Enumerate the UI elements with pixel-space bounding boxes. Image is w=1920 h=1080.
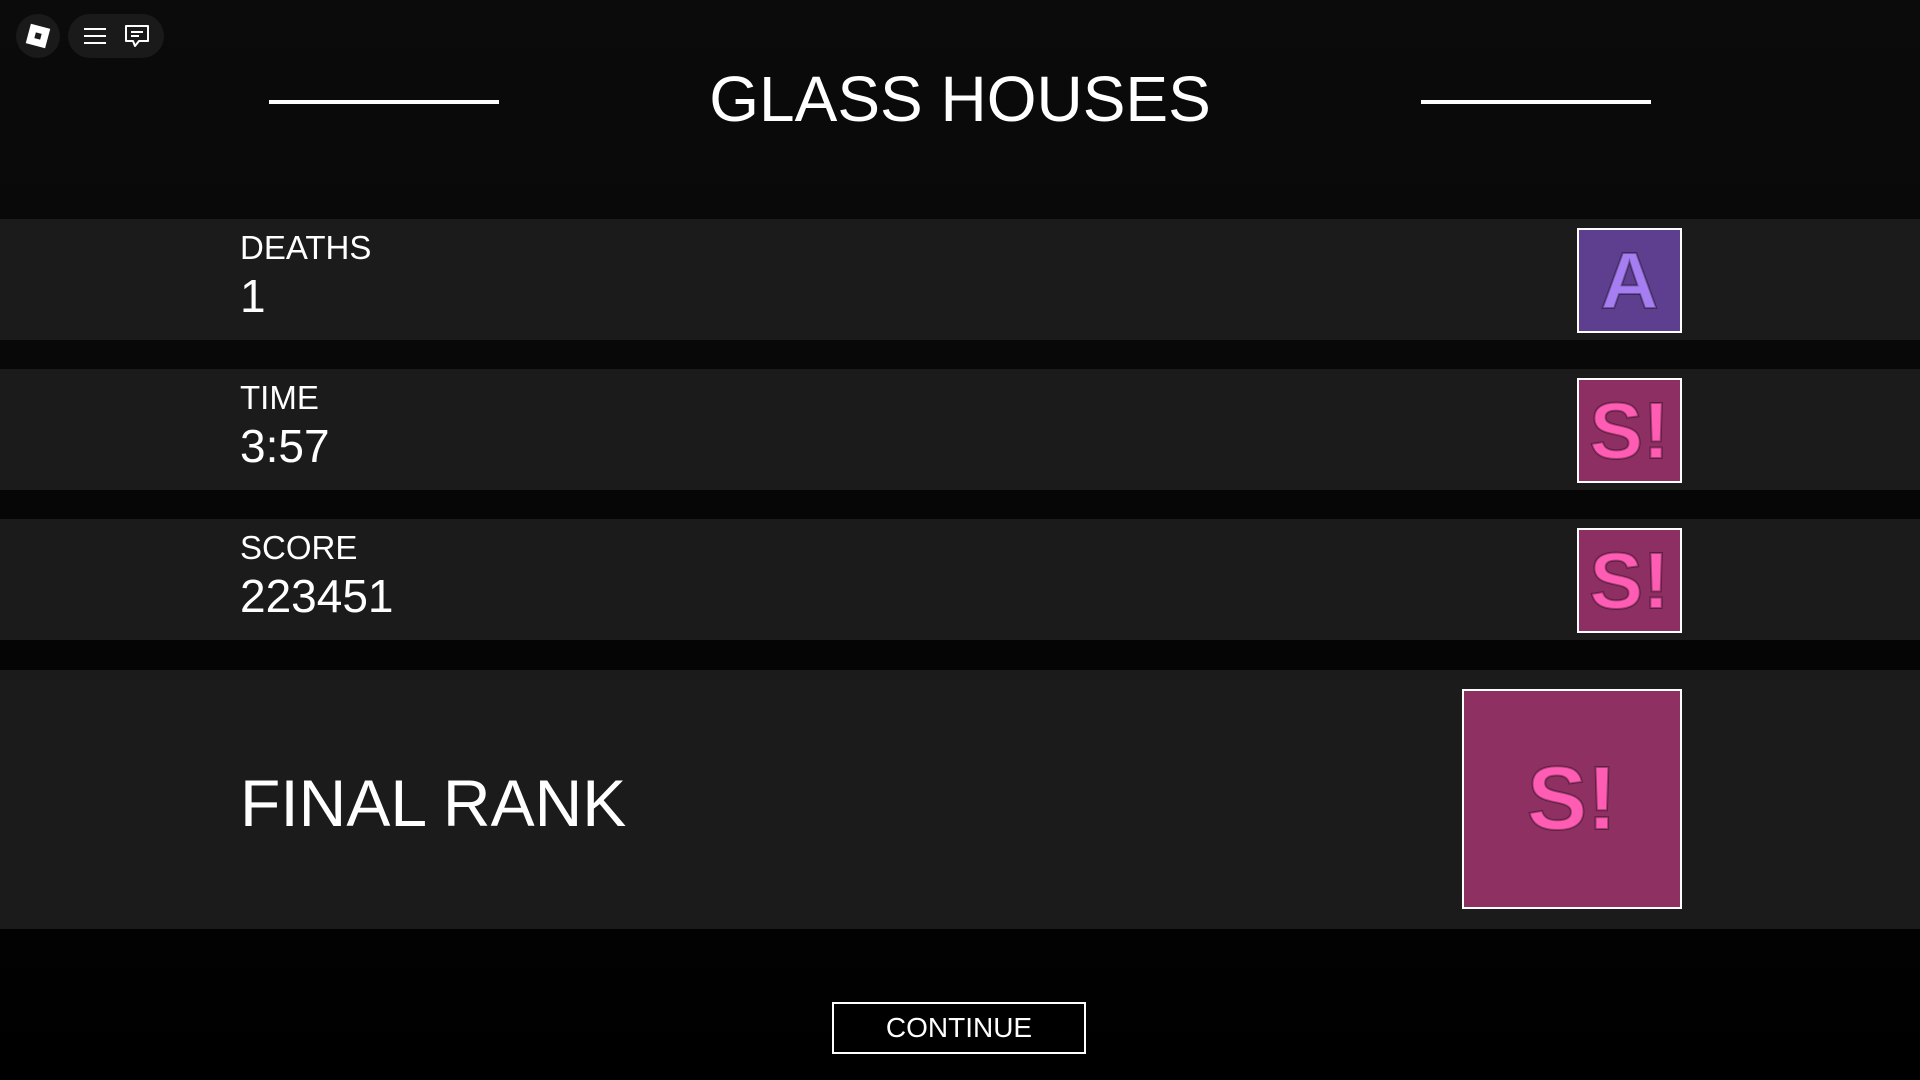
results-screen: GLASS HOUSES DEATHS 1 A TIME 3:57 S! SCO… — [0, 0, 1920, 1080]
level-title: GLASS HOUSES — [709, 63, 1211, 135]
stat-value: 1 — [240, 270, 266, 322]
rank-badge: A — [1577, 228, 1682, 333]
roblox-logo-icon — [25, 23, 51, 49]
stat-label: SCORE — [240, 529, 358, 566]
stat-label: TIME — [240, 379, 319, 416]
roblox-menu-button[interactable] — [16, 14, 60, 58]
final-rank-label: FINAL RANK — [240, 766, 627, 840]
final-rank-badge: S! — [1462, 689, 1682, 909]
stat-row-deaths: DEATHS 1 A — [0, 219, 1920, 340]
rank-badge: S! — [1577, 378, 1682, 483]
continue-button[interactable]: CONTINUE — [832, 1002, 1086, 1054]
top-bar-controls — [68, 14, 164, 58]
rank-badge: S! — [1577, 528, 1682, 633]
hamburger-menu-icon[interactable] — [77, 18, 113, 54]
stat-value: 223451 — [240, 570, 394, 622]
stat-row-score: SCORE 223451 S! — [0, 519, 1920, 640]
title-divider-right — [1421, 100, 1651, 104]
stat-value: 3:57 — [240, 420, 330, 472]
final-rank-row: FINAL RANK S! — [0, 670, 1920, 929]
chat-icon[interactable] — [119, 18, 155, 54]
stat-row-time: TIME 3:57 S! — [0, 369, 1920, 490]
stat-label: DEATHS — [240, 229, 372, 266]
